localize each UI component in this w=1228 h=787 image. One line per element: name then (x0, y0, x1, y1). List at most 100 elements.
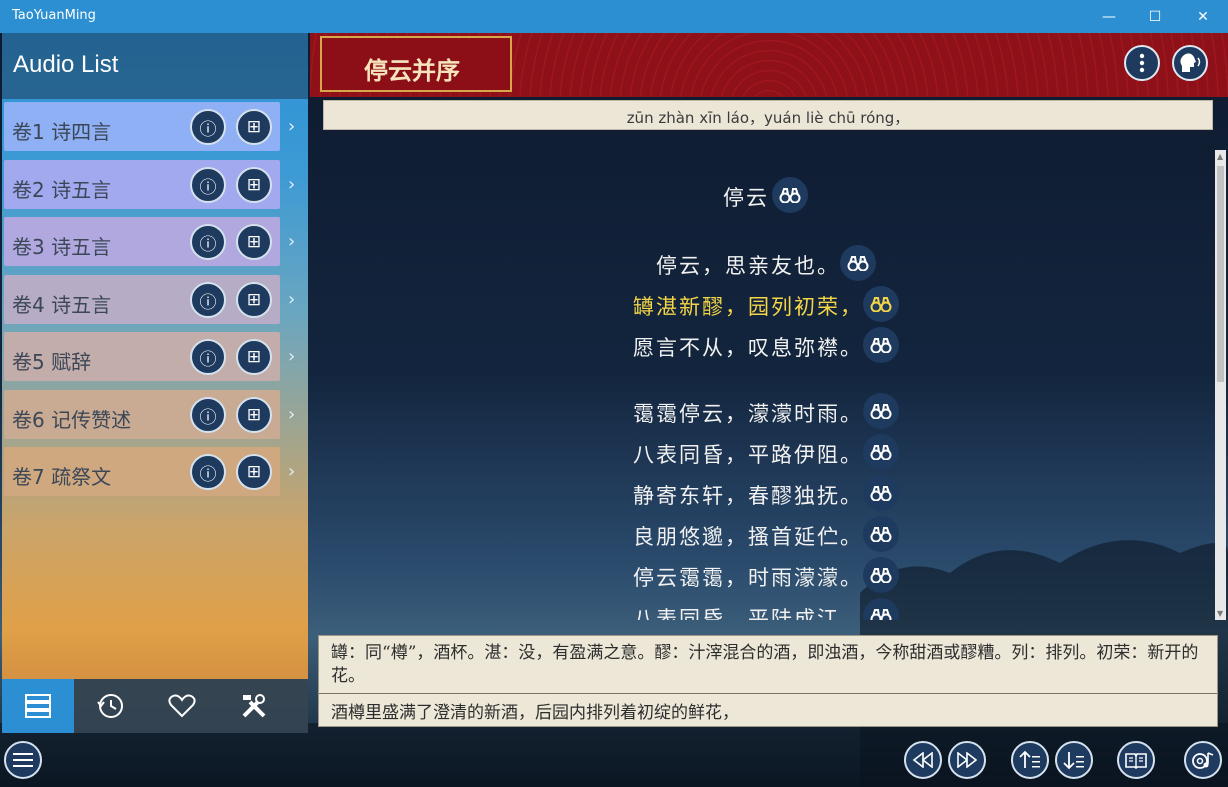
annotation-button[interactable] (863, 327, 899, 363)
poem-scrollbar[interactable]: ▲ ▼ (1215, 150, 1226, 620)
add-icon: ⊞ (246, 175, 262, 195)
audio-settings-button[interactable] (1184, 741, 1222, 779)
menu-icon (13, 753, 33, 767)
annotation-button[interactable] (840, 245, 876, 281)
info-button[interactable]: ⓘ (190, 167, 226, 203)
menu-button[interactable] (4, 741, 42, 779)
poem-line[interactable]: 霭霭停云，濛濛时雨。 (320, 393, 1215, 429)
annotation-button[interactable] (863, 598, 899, 620)
poem-line[interactable]: 八表同昏，平路伊阻。 (320, 434, 1215, 470)
add-to-playlist-button[interactable]: ⊞ (236, 397, 272, 433)
chevron-right-icon[interactable]: › (288, 116, 295, 137)
volume-item[interactable]: 卷4 诗五言 ⓘ ⊞ › (4, 275, 295, 324)
scroll-down-arrow-icon[interactable]: ▼ (1217, 609, 1223, 618)
chevron-right-icon[interactable]: › (288, 231, 295, 252)
poem-line[interactable]: 愿言不从，叹息弥襟。 (320, 327, 1215, 363)
binoculars-icon (870, 609, 892, 620)
poem-line[interactable]: 停云霭霭，时雨濛濛。 (320, 557, 1215, 593)
volume-item[interactable]: 卷2 诗五言 ⓘ ⊞ › (4, 160, 295, 209)
info-button[interactable]: ⓘ (190, 224, 226, 260)
add-to-playlist-button[interactable]: ⊞ (236, 339, 272, 375)
list-tab[interactable] (2, 679, 74, 733)
volume-label: 卷6 记传赞述 (12, 408, 132, 432)
poem-line-text: 静寄东轩，春醪独抚。 (633, 484, 863, 508)
add-to-playlist-button[interactable]: ⊞ (236, 454, 272, 490)
history-icon (97, 694, 123, 718)
annotation-button[interactable] (863, 286, 899, 322)
app-title: TaoYuanMing (12, 8, 96, 23)
chevron-right-icon[interactable]: › (288, 404, 295, 425)
tools-icon (242, 694, 266, 718)
add-to-playlist-button[interactable]: ⊞ (236, 167, 272, 203)
poem-line-text: 八表同昏，平陆成江。 (633, 607, 863, 620)
poem-title: 停云 (723, 186, 769, 210)
add-to-playlist-button[interactable]: ⊞ (236, 282, 272, 318)
rewind-button[interactable] (904, 741, 942, 779)
info-button[interactable]: ⓘ (190, 109, 226, 145)
font-up-icon (1019, 750, 1040, 768)
chevron-right-icon[interactable]: › (288, 461, 295, 482)
reader-button[interactable] (1117, 741, 1155, 779)
scroll-up-arrow-icon[interactable]: ▲ (1217, 152, 1223, 161)
pinyin-text: zūn zhàn xīn láo，yuán liè chū róng， (626, 109, 910, 127)
more-options-button[interactable] (1124, 45, 1160, 81)
poem-line[interactable]: 良朋悠邈，搔首延伫。 (320, 516, 1215, 552)
info-button[interactable]: ⓘ (190, 339, 226, 375)
history-tab[interactable] (74, 679, 146, 733)
annotation-button[interactable] (863, 516, 899, 552)
binoculars-icon (870, 527, 892, 542)
translation-text: 酒樽里盛满了澄清的新酒，后园内排列着初绽的鲜花， (331, 703, 739, 723)
poem-text-area: 停云 停云，思亲友也。 罇湛新醪，园列初荣， 愿言不从，叹息弥襟。 霭霭停云，濛… (320, 145, 1215, 620)
volume-label: 卷2 诗五言 (12, 178, 112, 202)
poem-line[interactable]: 静寄东轩，春醪独抚。 (320, 475, 1215, 511)
add-to-playlist-button[interactable]: ⊞ (236, 224, 272, 260)
add-to-playlist-button[interactable]: ⊞ (236, 109, 272, 145)
settings-tab[interactable] (218, 679, 290, 733)
poem-line-highlighted[interactable]: 罇湛新醪，园列初荣， (320, 286, 1215, 322)
info-button[interactable]: ⓘ (190, 282, 226, 318)
binoculars-icon (847, 256, 869, 271)
annotation-button[interactable] (863, 475, 899, 511)
poem-line-text: 良朋悠邈，搔首延伫。 (633, 525, 863, 549)
info-icon: ⓘ (199, 464, 217, 485)
volume-label: 卷3 诗五言 (12, 235, 112, 259)
font-size-up-button[interactable] (1011, 741, 1049, 779)
volume-item[interactable]: 卷7 疏祭文 ⓘ ⊞ › (4, 447, 295, 496)
binoculars-icon (870, 486, 892, 501)
volume-item[interactable]: 卷5 赋辞 ⓘ ⊞ › (4, 332, 295, 381)
annotation-button[interactable] (863, 434, 899, 470)
info-icon: ⓘ (199, 234, 217, 255)
volume-item[interactable]: 卷3 诗五言 ⓘ ⊞ › (4, 217, 295, 266)
poem-line[interactable]: 八表同昏，平陆成江。 (320, 598, 1215, 620)
annotation-button[interactable] (863, 557, 899, 593)
info-button[interactable]: ⓘ (190, 397, 226, 433)
info-button[interactable]: ⓘ (190, 454, 226, 490)
favorites-tab[interactable] (146, 679, 218, 733)
add-icon: ⊞ (246, 347, 262, 367)
volume-label: 卷7 疏祭文 (12, 465, 112, 489)
add-icon: ⊞ (246, 290, 262, 310)
volume-item[interactable]: 卷6 记传赞述 ⓘ ⊞ › (4, 390, 295, 439)
poem-line-text: 停云霭霭，时雨濛濛。 (633, 566, 863, 590)
font-size-down-button[interactable] (1055, 741, 1093, 779)
fast-forward-button[interactable] (948, 741, 986, 779)
annotation-button[interactable] (863, 393, 899, 429)
annotation-button[interactable] (772, 177, 808, 213)
chevron-right-icon[interactable]: › (288, 346, 295, 367)
chevron-right-icon[interactable]: › (288, 174, 295, 195)
voice-button[interactable] (1172, 45, 1208, 81)
minimize-button[interactable]: — (1086, 0, 1132, 33)
volume-item[interactable]: 卷1 诗四言 ⓘ ⊞ › (4, 102, 295, 151)
chevron-right-icon[interactable]: › (288, 289, 295, 310)
binoculars-icon (870, 338, 892, 353)
maximize-button[interactable]: ☐ (1132, 0, 1178, 33)
binoculars-icon (779, 188, 801, 203)
sidebar-bottom-nav (2, 679, 308, 733)
title-bar: TaoYuanMing — ☐ ✕ (0, 0, 1228, 33)
scrollbar-thumb[interactable] (1217, 166, 1224, 382)
binoculars-icon (870, 568, 892, 583)
poem-line-text: 罇湛新醪，园列初荣， (633, 295, 863, 319)
info-icon: ⓘ (199, 292, 217, 313)
poem-line[interactable]: 停云，思亲友也。 (320, 245, 1215, 281)
close-button[interactable]: ✕ (1180, 0, 1226, 33)
